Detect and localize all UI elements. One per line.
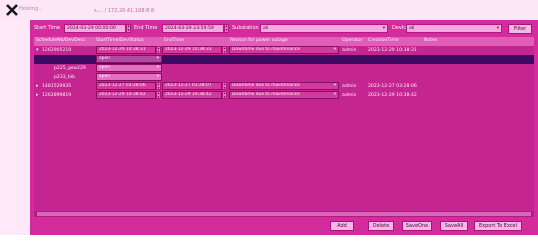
reason-value: Downtime due to maintenance — [232, 83, 300, 88]
triangle-down-icon[interactable]: ▾ — [36, 47, 39, 53]
end-time-cell[interactable]: 2023-12-29 10:38:42 — [162, 91, 222, 99]
device-status-value: open — [99, 56, 110, 61]
save-one-button[interactable]: SaveOne — [402, 221, 432, 231]
grid-header: ScheduleNo/DevDesc StartTime/DevStatus E… — [34, 37, 534, 46]
page-footer — [0, 235, 538, 247]
chevron-down-icon: ▾ — [156, 65, 159, 70]
reason-value: Downtime due to maintenance — [232, 92, 300, 97]
scrollbar-thumb[interactable] — [37, 212, 531, 216]
triangle-right-icon[interactable]: ▸ — [36, 92, 39, 98]
device-status-select[interactable]: open ▾ — [96, 64, 162, 72]
schedule-id: 1262899819 — [42, 93, 72, 98]
x-logo-icon — [6, 4, 18, 16]
chevron-down-icon: ▾ — [382, 26, 385, 31]
start-spinner-icon[interactable]: ▴ ▾ — [156, 46, 161, 54]
triangle-right-icon[interactable]: ▸ — [36, 83, 39, 89]
delete-button[interactable]: Delete — [368, 221, 394, 231]
window-url: s.... / 172.20.41.108:8 8 — [94, 8, 155, 14]
filter-button[interactable]: Filter — [508, 24, 532, 34]
chevron-down-icon: ▾ — [333, 83, 336, 88]
filter-toolbar: Start Time 2024-03-29 00:00:00 ▴ ▾ End Ti… — [34, 24, 538, 35]
reason-value: Downtime due to maintenance — [232, 47, 300, 52]
creation-time-cell: 2023-12-29 10:38:42 — [368, 93, 417, 98]
reason-select[interactable]: Downtime due to maintenance ▾ — [229, 82, 339, 90]
table-row[interactable]: ▸ 1262899819 2023-12-29 10:38:42 ▴ ▾ 2023… — [34, 91, 534, 100]
end-spinner-icon[interactable]: ▴ ▾ — [222, 91, 227, 99]
device-status-value: open — [99, 74, 110, 79]
reason-select[interactable]: Downtime due to maintenance ▾ — [229, 91, 339, 99]
export-excel-button[interactable]: Export To Excel — [474, 221, 522, 231]
device-desc: p233_bib — [54, 75, 76, 80]
chevron-down-icon: ▾ — [333, 92, 336, 97]
start-time-spinner-icon[interactable]: ▴ ▾ — [126, 24, 131, 33]
start-time-label: Start Time — [34, 25, 61, 31]
window-title: Hosting... — [19, 6, 43, 12]
main-panel: Start Time 2024-03-29 00:00:00 ▴ ▾ End Ti… — [30, 20, 538, 235]
end-spinner-icon[interactable]: ▴ ▾ — [222, 82, 227, 90]
col-reason[interactable]: Reason for power outage — [230, 38, 288, 43]
start-time-cell[interactable]: 2023-12-29 10:38:42 — [96, 91, 156, 99]
schedule-id: 1262905219 — [42, 48, 72, 53]
chevron-down-icon: ▾ — [496, 26, 499, 31]
chevron-down-icon: ▾ — [333, 47, 336, 52]
device-value: all — [409, 26, 415, 31]
chevron-down-icon: ▾ — [156, 74, 159, 79]
creation-time-cell: 2023-12-27 03:28:06 — [368, 84, 417, 89]
reason-select[interactable]: Downtime due to maintenance ▾ — [229, 46, 339, 54]
start-spinner-icon[interactable]: ▴ ▾ — [156, 82, 161, 90]
schedule-id: 1481529935 — [42, 84, 72, 89]
end-time-cell[interactable]: 2023-12-27 03:28:07 — [162, 82, 222, 90]
device-status-select[interactable]: open ▾ — [96, 73, 162, 81]
substation-select[interactable]: all ▾ — [260, 24, 388, 33]
table-row-selected[interactable]: open ▾ — [34, 55, 534, 64]
col-notes[interactable]: Notes — [424, 38, 437, 43]
table-row[interactable]: p233_bib open ▾ — [34, 73, 534, 82]
col-operator[interactable]: Operator — [342, 38, 363, 43]
col-creation-time[interactable]: CreationTime — [368, 38, 399, 43]
end-spinner-icon[interactable]: ▴ ▾ — [222, 46, 227, 54]
end-time-cell[interactable]: 2023-12-29 10:38:31 — [162, 46, 222, 54]
action-bar: Add Delete SaveOne SaveAll Export To Exc… — [30, 217, 538, 235]
end-time-label: End Time — [134, 25, 158, 31]
operator-cell: admin — [342, 84, 357, 89]
chevron-down-icon: ▾ — [156, 56, 159, 61]
end-time-spinner-icon[interactable]: ▴ ▾ — [224, 24, 229, 33]
add-button[interactable]: Add — [330, 221, 354, 231]
substation-value: all — [263, 26, 269, 31]
col-end-time[interactable]: EndTime — [164, 38, 184, 43]
table-row[interactable]: ▾ 1262905219 2023-12-29 10:38:31 ▴ ▾ 2023… — [34, 46, 534, 55]
save-all-button[interactable]: SaveAll — [440, 221, 468, 231]
device-select[interactable]: all ▾ — [406, 24, 502, 33]
left-rail — [0, 20, 30, 235]
operator-cell: admin — [342, 48, 357, 53]
table-row[interactable]: p225_gsw229 open ▾ — [34, 64, 534, 73]
window-titlebar: Hosting... s.... / 172.20.41.108:8 8 — [0, 0, 538, 20]
device-desc: p225_gsw229 — [54, 66, 86, 71]
creation-time-cell: 2023-12-29 10:38:31 — [368, 48, 417, 53]
end-time-input[interactable]: 2024-03-29 23:59:59 — [162, 24, 224, 33]
start-time-cell[interactable]: 2023-12-27 03:28:06 — [96, 82, 156, 90]
device-status-select[interactable]: open ▾ — [96, 55, 162, 63]
start-spinner-icon[interactable]: ▴ ▾ — [156, 91, 161, 99]
col-schedule-no[interactable]: ScheduleNo/DevDesc — [36, 38, 85, 43]
substation-label: Substation — [232, 25, 259, 31]
schedule-grid: ScheduleNo/DevDesc StartTime/DevStatus E… — [34, 37, 534, 217]
start-time-cell[interactable]: 2023-12-29 10:38:31 — [96, 46, 156, 54]
start-time-input[interactable]: 2024-03-29 00:00:00 — [64, 24, 126, 33]
device-status-value: open — [99, 65, 110, 70]
col-start-time[interactable]: StartTime/DevStatus — [96, 38, 144, 43]
operator-cell: admin — [342, 93, 357, 98]
table-row[interactable]: ▸ 1481529935 2023-12-27 03:28:06 ▴ ▾ 2023… — [34, 82, 534, 91]
